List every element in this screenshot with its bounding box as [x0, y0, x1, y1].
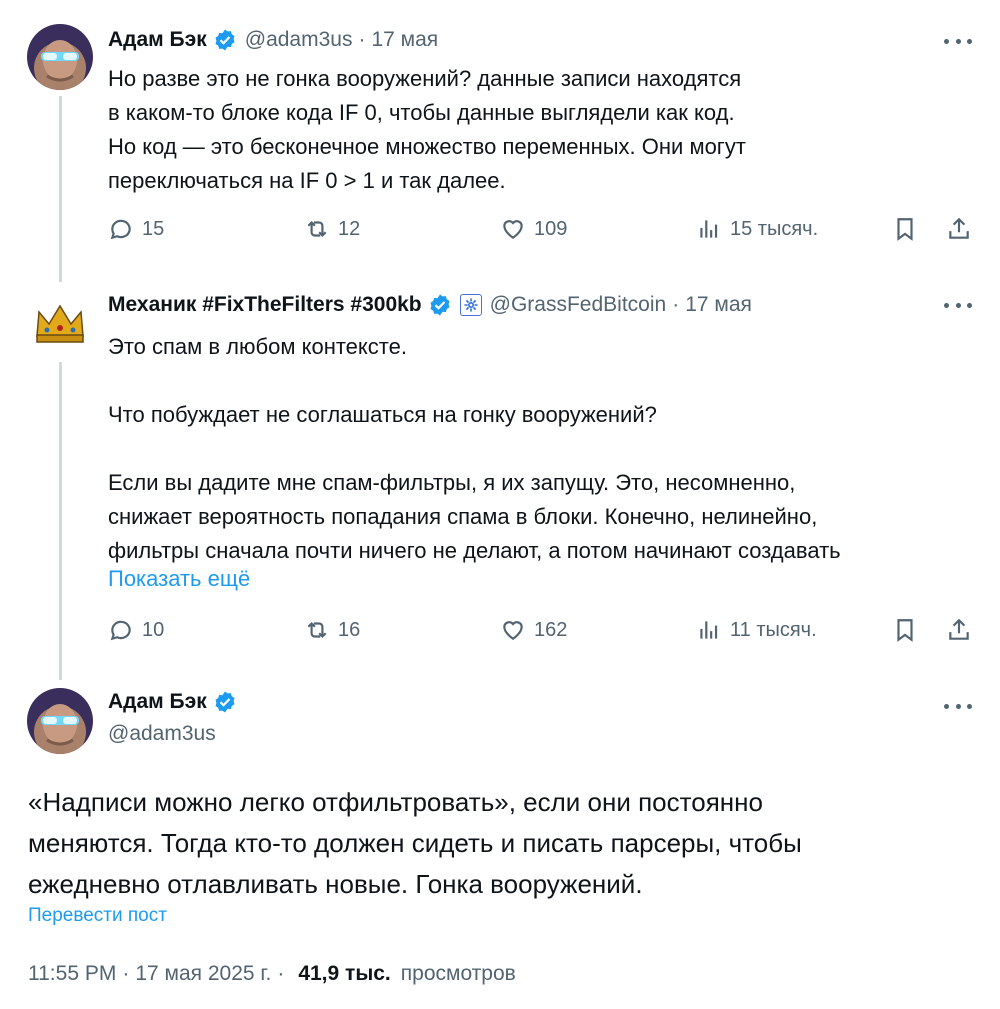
bookmark-button[interactable]	[892, 216, 918, 242]
like-button[interactable]: 162	[500, 617, 567, 643]
share-button[interactable]	[946, 216, 972, 242]
action-bar: 15 12 109 15 тысяч.	[108, 216, 978, 246]
post-time[interactable]: 11:55 PM	[28, 962, 116, 986]
tweet-text: «Надписи можно легко отфильтровать», есл…	[28, 787, 802, 899]
thread-line	[59, 362, 62, 680]
post-date[interactable]: 17 мая	[685, 293, 752, 317]
crown-avatar-icon	[27, 290, 93, 356]
post-date[interactable]: 17 мая	[371, 28, 438, 52]
view-count: 15 тысяч.	[730, 217, 819, 240]
action-bar: 10 16 162 11 тысяч.	[108, 617, 978, 647]
author-name-row: Адам Бэк	[108, 690, 237, 714]
avatar[interactable]	[27, 290, 93, 356]
separator: ·	[122, 962, 130, 985]
author-name[interactable]: Адам Бэк	[108, 690, 207, 714]
verified-badge-icon	[428, 293, 452, 317]
tweet-header: Адам Бэк @adam3us · 17 мая	[108, 25, 438, 55]
analytics-icon	[700, 220, 718, 238]
like-count: 162	[534, 618, 568, 641]
translate-post-link[interactable]: Перевести пост	[28, 905, 167, 927]
more-options-icon[interactable]	[944, 300, 972, 310]
bookmark-icon	[897, 619, 913, 642]
author-handle[interactable]: @adam3us	[108, 722, 216, 746]
like-button[interactable]: 109	[500, 216, 567, 242]
separator: ·	[358, 28, 366, 51]
avatar-adam-icon	[27, 24, 93, 90]
repost-icon	[307, 621, 327, 639]
share-button[interactable]	[946, 617, 972, 643]
views-label: просмотров	[400, 962, 516, 985]
tweet-text: Но разве это не гонка вооружений? данные…	[108, 66, 746, 193]
avatar[interactable]	[27, 24, 93, 90]
bookmark-icon	[897, 218, 913, 241]
bookmark-button[interactable]	[892, 617, 918, 643]
verified-badge-icon	[213, 690, 237, 714]
separator: ·	[672, 293, 680, 316]
repost-icon	[307, 220, 327, 238]
views-button[interactable]: 15 тысяч.	[696, 216, 818, 242]
verified-badge-icon	[213, 28, 237, 52]
avatar[interactable]	[27, 688, 93, 754]
view-count: 11 тысяч.	[730, 618, 817, 641]
author-handle[interactable]: @adam3us	[245, 28, 353, 52]
post-date[interactable]: 17 мая 2025 г.	[135, 962, 271, 986]
post-meta: 11:55 PM · 17 мая 2025 г. · 41,9 тыс. пр…	[28, 962, 516, 986]
thread-line	[59, 96, 62, 282]
repost-button[interactable]: 16	[304, 617, 360, 643]
author-handle[interactable]: @GrassFedBitcoin	[490, 293, 667, 317]
heart-icon	[503, 220, 523, 239]
analytics-icon	[700, 621, 718, 639]
share-icon	[949, 217, 969, 239]
tweet-header: Механик #FixTheFilters #300kb @GrassFedB…	[108, 290, 752, 320]
reply-icon	[110, 620, 131, 641]
repost-count: 12	[338, 217, 361, 240]
avatar-adam-icon	[27, 688, 93, 754]
views-count: 41,9 тыс.	[298, 962, 391, 985]
views-button[interactable]: 11 тысяч.	[696, 617, 817, 643]
author-name[interactable]: Адам Бэк	[108, 28, 207, 52]
heart-icon	[503, 621, 523, 640]
author-name[interactable]: Механик #FixTheFilters #300kb	[108, 293, 422, 317]
more-options-icon[interactable]	[944, 701, 972, 711]
reply-icon	[110, 219, 131, 240]
reply-button[interactable]: 15	[108, 216, 164, 242]
repost-button[interactable]: 12	[304, 216, 360, 242]
more-options-icon[interactable]	[944, 36, 972, 46]
separator: ·	[277, 962, 285, 985]
affiliate-badge-icon[interactable]	[459, 294, 482, 316]
like-count: 109	[534, 217, 568, 240]
tweet-text: Это спам в любом контексте. Что побуждае…	[108, 334, 841, 563]
reply-button[interactable]: 10	[108, 617, 164, 643]
reply-count: 10	[142, 618, 165, 641]
show-more-link[interactable]: Показать ещё	[108, 562, 250, 596]
reply-count: 15	[142, 217, 165, 240]
share-icon	[949, 618, 969, 640]
repost-count: 16	[338, 618, 361, 641]
